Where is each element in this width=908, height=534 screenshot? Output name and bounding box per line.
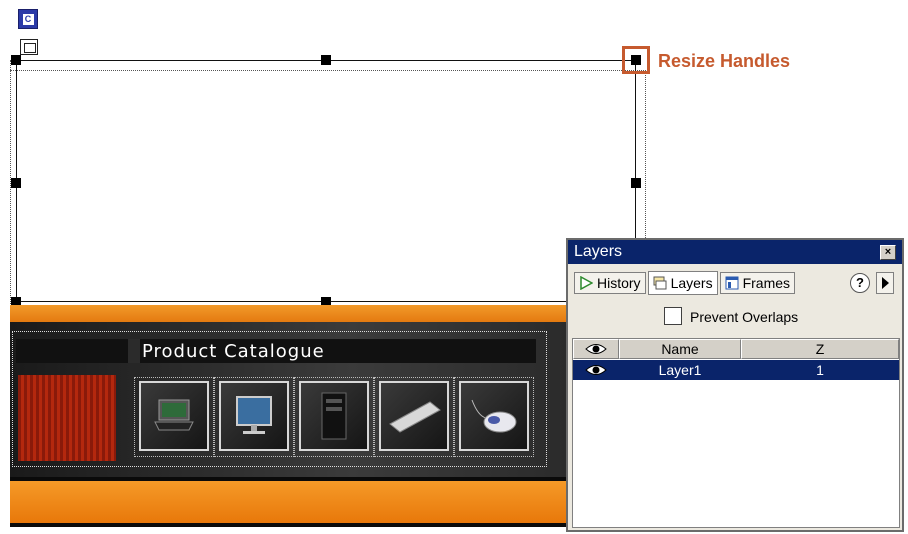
keyboard-icon xyxy=(389,401,441,433)
tower-thumbnail[interactable] xyxy=(299,381,369,451)
prevent-overlaps-label: Prevent Overlaps xyxy=(690,309,799,325)
layer-z-index: 1 xyxy=(816,362,824,378)
resize-handle-middle-left[interactable] xyxy=(11,178,21,188)
keyboard-thumbnail[interactable] xyxy=(379,381,449,451)
catalogue-title: Product Catalogue xyxy=(142,341,325,362)
panel-menu-arrow-icon[interactable] xyxy=(876,272,894,294)
layer-name: Layer1 xyxy=(658,362,702,378)
monitor-thumbnail[interactable] xyxy=(219,381,289,451)
help-icon[interactable]: ? xyxy=(850,273,870,293)
tab-frames[interactable]: Frames xyxy=(719,272,796,294)
resize-handle-top-middle[interactable] xyxy=(321,55,331,65)
tab-layers-label: Layers xyxy=(670,275,713,291)
selected-layer-box[interactable] xyxy=(16,60,636,302)
frame-marker-icon[interactable] xyxy=(20,39,38,55)
tab-frames-label: Frames xyxy=(742,275,791,291)
tab-layers[interactable]: Layers xyxy=(647,271,718,295)
callout-highlight-box xyxy=(622,46,650,74)
visibility-column-header[interactable] xyxy=(573,339,619,359)
layers-list: Name Z Layer1 1 xyxy=(572,338,900,528)
layers-panel: Layers × History Layers Frames ? Prevent… xyxy=(566,238,904,532)
mouse-thumbnail[interactable] xyxy=(459,381,529,451)
product-banner: Product Catalogue xyxy=(10,305,580,527)
banner-red-graphic xyxy=(18,375,116,461)
history-icon xyxy=(579,275,594,291)
layers-list-header: Name Z xyxy=(573,339,899,359)
monitor-icon xyxy=(236,396,272,434)
banner-orange-bottom xyxy=(10,481,580,523)
computer-tower-icon xyxy=(321,392,347,440)
callout-label: Resize Handles xyxy=(658,51,791,71)
resize-handle-middle-right[interactable] xyxy=(631,178,641,188)
design-canvas: C Resize Handles Product Catalogue Layer… xyxy=(0,0,908,534)
frames-icon xyxy=(725,276,739,290)
panel-title[interactable]: Layers xyxy=(568,240,902,264)
name-column-header[interactable]: Name xyxy=(619,339,741,359)
banner-orange-top xyxy=(10,305,580,322)
eye-icon xyxy=(585,344,607,354)
layer-visibility-toggle[interactable] xyxy=(573,360,619,380)
panel-tabs: History Layers Frames xyxy=(574,271,797,296)
z-column-header[interactable]: Z xyxy=(741,339,899,359)
layer-marker-icon[interactable]: C xyxy=(18,9,38,29)
eye-icon xyxy=(585,365,607,375)
laptop-icon xyxy=(154,399,194,431)
resize-handle-top-left[interactable] xyxy=(11,55,21,65)
laptop-thumbnail[interactable] xyxy=(139,381,209,451)
mouse-icon xyxy=(471,399,517,433)
table-row[interactable]: Layer1 1 xyxy=(573,360,899,380)
prevent-overlaps-checkbox[interactable] xyxy=(664,307,682,325)
close-icon[interactable]: × xyxy=(880,245,896,260)
layers-icon xyxy=(653,276,667,290)
tab-history[interactable]: History xyxy=(574,272,646,294)
tab-history-label: History xyxy=(597,275,641,291)
